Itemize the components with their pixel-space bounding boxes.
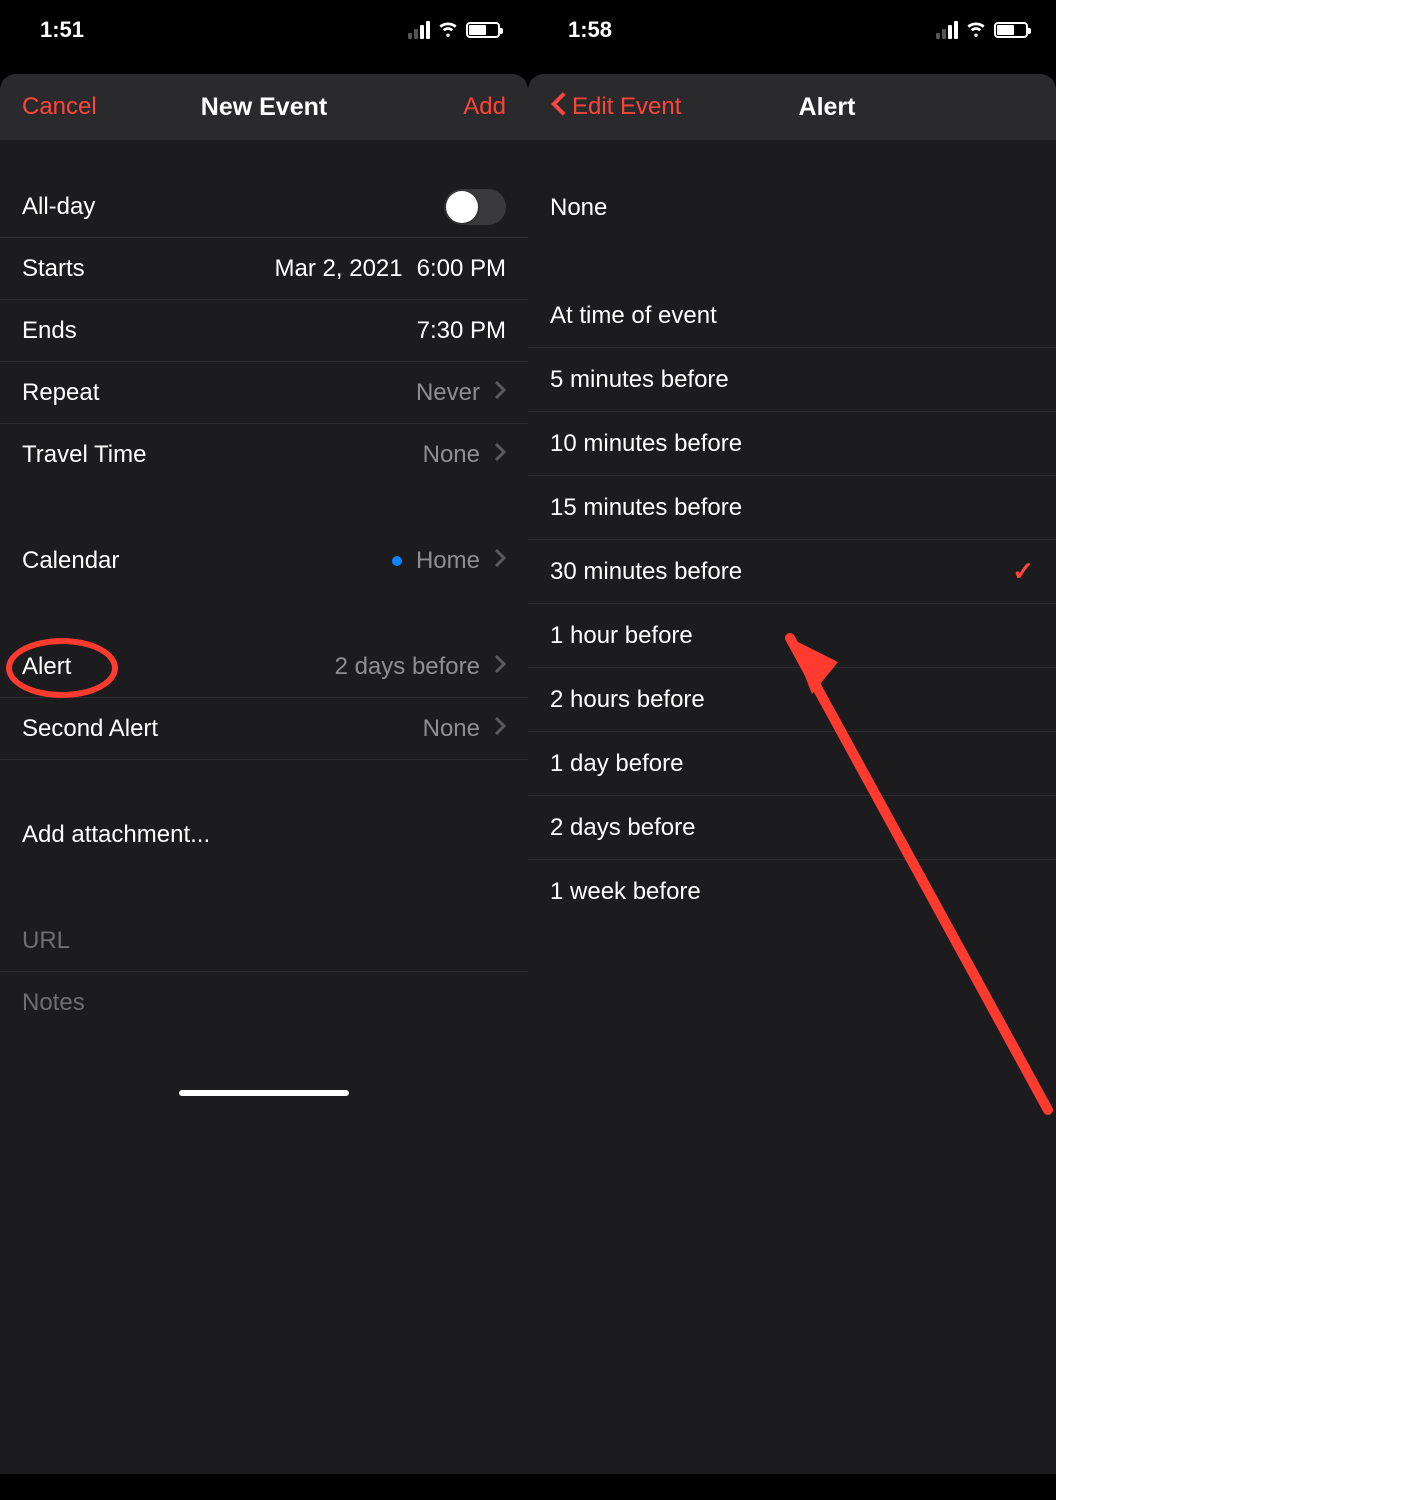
add-button[interactable]: Add: [416, 93, 506, 121]
checkmark-icon: ✓: [1012, 556, 1034, 587]
ends-row[interactable]: Ends 7:30 PM: [0, 300, 528, 362]
alert-card: Edit Event Alert None At time of event 5 …: [528, 74, 1056, 1474]
repeat-row[interactable]: Repeat Never: [0, 362, 528, 424]
alert-option-label: 1 week before: [550, 878, 701, 906]
phone-left: 1:51 Cancel New Event Add All-day: [0, 0, 528, 1500]
calendar-value: Home: [416, 547, 480, 575]
calendar-label: Calendar: [22, 547, 119, 575]
travel-time-row[interactable]: Travel Time None: [0, 424, 528, 486]
allday-toggle[interactable]: [444, 189, 506, 225]
repeat-label: Repeat: [22, 379, 99, 407]
starts-time: 6:00 PM: [417, 255, 506, 283]
url-notes-group: URL Notes: [0, 910, 528, 1034]
wifi-icon: [436, 15, 460, 45]
starts-label: Starts: [22, 255, 85, 283]
alert-option[interactable]: 2 days before: [528, 796, 1056, 860]
phone-right: 1:58 Edit Event Alert: [528, 0, 1056, 1500]
attachment-group: Add attachment...: [0, 804, 528, 866]
status-bar: 1:58: [528, 0, 1056, 60]
blank-area: [1056, 0, 1404, 1500]
cellular-icon: [936, 21, 958, 39]
status-bar: 1:51: [0, 0, 528, 60]
notes-placeholder: Notes: [22, 989, 85, 1017]
cellular-icon: [408, 21, 430, 39]
wifi-icon: [964, 15, 988, 45]
alert-option-none[interactable]: None: [528, 176, 1056, 240]
chevron-right-icon: [494, 441, 506, 469]
alert-option[interactable]: 10 minutes before: [528, 412, 1056, 476]
cancel-button[interactable]: Cancel: [22, 93, 112, 121]
url-placeholder: URL: [22, 927, 70, 955]
alert-options-group: At time of event 5 minutes before 10 minut…: [528, 284, 1056, 924]
calendar-row[interactable]: Calendar Home: [0, 530, 528, 592]
second-alert-value: None: [423, 715, 480, 743]
back-button[interactable]: Edit Event: [550, 91, 710, 124]
alert-option[interactable]: 15 minutes before: [528, 476, 1056, 540]
starts-date: Mar 2, 2021: [275, 255, 403, 283]
alert-option[interactable]: 1 hour before: [528, 604, 1056, 668]
alert-option-label: 10 minutes before: [550, 430, 742, 458]
alert-option-label: 1 day before: [550, 750, 683, 778]
alert-row[interactable]: Alert 2 days before: [0, 636, 528, 698]
status-time: 1:58: [568, 17, 612, 43]
chevron-right-icon: [494, 379, 506, 407]
alert-option-label: At time of event: [550, 302, 717, 330]
travel-time-label: Travel Time: [22, 441, 146, 469]
battery-icon: [994, 22, 1028, 38]
alert-option-label: None: [550, 194, 607, 222]
battery-icon: [466, 22, 500, 38]
chevron-right-icon: [494, 547, 506, 575]
chevron-right-icon: [494, 715, 506, 743]
allday-label: All-day: [22, 193, 95, 221]
calendar-color-dot: [392, 556, 402, 566]
allday-row[interactable]: All-day: [0, 176, 528, 238]
page-title: New Event: [201, 93, 327, 122]
status-time: 1:51: [40, 17, 84, 43]
alert-option[interactable]: At time of event: [528, 284, 1056, 348]
page-title: Alert: [799, 93, 856, 122]
add-attachment-label: Add attachment...: [22, 821, 210, 849]
travel-time-value: None: [423, 441, 480, 469]
date-time-group: All-day Starts Mar 2, 2021 6:00 PM Ends …: [0, 176, 528, 486]
alert-group: Alert 2 days before Second Alert None: [0, 636, 528, 760]
add-attachment-row[interactable]: Add attachment...: [0, 804, 528, 866]
alert-option-label: 30 minutes before: [550, 558, 742, 586]
status-icons: [408, 15, 500, 45]
calendar-group: Calendar Home: [0, 530, 528, 592]
chevron-left-icon: [550, 91, 568, 124]
back-label: Edit Event: [572, 93, 681, 121]
alert-option-label: 2 days before: [550, 814, 695, 842]
ends-time: 7:30 PM: [417, 317, 506, 345]
alert-option-label: 15 minutes before: [550, 494, 742, 522]
alert-option[interactable]: 1 day before: [528, 732, 1056, 796]
alert-option[interactable]: 30 minutes before ✓: [528, 540, 1056, 604]
alert-option-label: 1 hour before: [550, 622, 693, 650]
repeat-value: Never: [416, 379, 480, 407]
alert-value: 2 days before: [335, 653, 480, 681]
new-event-card: Cancel New Event Add All-day Starts Mar …: [0, 74, 528, 1474]
alert-option[interactable]: 5 minutes before: [528, 348, 1056, 412]
none-group: None: [528, 176, 1056, 240]
alert-option[interactable]: 1 week before: [528, 860, 1056, 924]
second-alert-label: Second Alert: [22, 715, 158, 743]
ends-label: Ends: [22, 317, 77, 345]
nav-bar: Edit Event Alert: [528, 74, 1056, 140]
home-indicator[interactable]: [179, 1090, 349, 1096]
notes-input[interactable]: Notes: [0, 972, 528, 1034]
url-input[interactable]: URL: [0, 910, 528, 972]
alert-option-label: 2 hours before: [550, 686, 705, 714]
alert-option[interactable]: 2 hours before: [528, 668, 1056, 732]
nav-bar: Cancel New Event Add: [0, 74, 528, 140]
alert-label: Alert: [22, 653, 71, 681]
starts-row[interactable]: Starts Mar 2, 2021 6:00 PM: [0, 238, 528, 300]
alert-option-label: 5 minutes before: [550, 366, 729, 394]
chevron-right-icon: [494, 653, 506, 681]
status-icons: [936, 15, 1028, 45]
second-alert-row[interactable]: Second Alert None: [0, 698, 528, 760]
